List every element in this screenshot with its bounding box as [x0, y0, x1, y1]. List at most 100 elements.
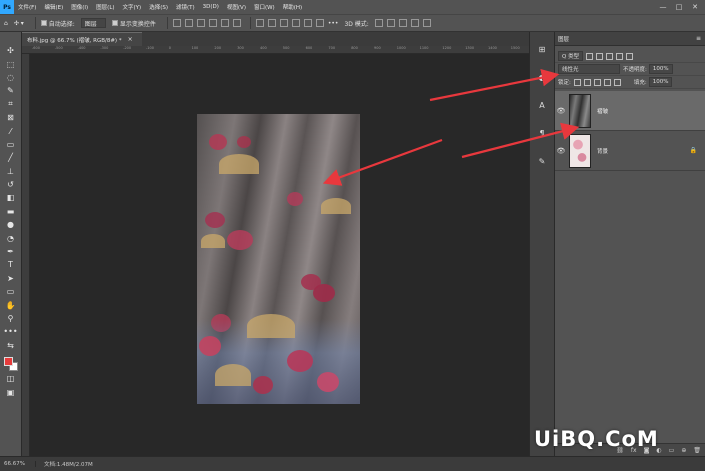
zoom-tool-icon[interactable]: ⚲: [4, 312, 18, 325]
brush-tool-icon[interactable]: ╱: [4, 151, 18, 164]
properties-panel-icon[interactable]: ⊞: [535, 42, 549, 56]
blend-mode-dropdown[interactable]: 线性光: [558, 64, 620, 74]
align-left-icon[interactable]: [208, 19, 217, 27]
auto-select-checkbox[interactable]: [40, 20, 47, 26]
layer-name[interactable]: 褶皱: [597, 107, 608, 115]
menu-filter[interactable]: 滤镜(T): [172, 3, 199, 11]
photoshop-logo[interactable]: Ps: [0, 0, 14, 14]
menu-edit[interactable]: 编辑(E): [40, 3, 67, 11]
filter-type-icon[interactable]: [606, 52, 614, 60]
more-options-button[interactable]: •••: [328, 20, 339, 27]
marquee-tool-icon[interactable]: ⬚: [4, 57, 18, 70]
menu-3d[interactable]: 3D(D): [199, 4, 223, 10]
zoom-level[interactable]: 66.67%: [4, 461, 36, 467]
show-transform-option[interactable]: 显示变换控件: [111, 19, 156, 28]
eyedropper-tool-icon[interactable]: ⁄: [4, 124, 18, 137]
rectangle-tool-icon[interactable]: ▭: [4, 285, 18, 298]
layer-row[interactable]: 👁 褶皱: [555, 91, 705, 131]
history-brush-tool-icon[interactable]: ↺: [4, 178, 18, 191]
lock-all-icon[interactable]: [613, 78, 621, 86]
vertical-ruler[interactable]: [22, 54, 30, 456]
visibility-eye-icon[interactable]: 👁: [555, 107, 567, 115]
path-selection-tool-icon[interactable]: ➤: [4, 272, 18, 285]
quick-mask-icon[interactable]: ◫: [4, 372, 18, 385]
close-window-button[interactable]: ✕: [687, 0, 703, 14]
scale-3d-icon[interactable]: [422, 19, 431, 27]
distribute-right-icon[interactable]: [315, 19, 324, 27]
frame-tool-icon[interactable]: ⊠: [4, 111, 18, 124]
home-icon[interactable]: ⌂: [4, 20, 8, 27]
layers-panel-title[interactable]: 图层: [558, 35, 569, 43]
dodge-tool-icon[interactable]: ◔: [4, 231, 18, 244]
layer-name[interactable]: 背景: [597, 147, 608, 155]
screen-mode-icon[interactable]: ▣: [4, 385, 18, 398]
filter-shape-icon[interactable]: [616, 52, 624, 60]
opacity-input[interactable]: 100%: [648, 64, 673, 74]
filter-pixel-icon[interactable]: [586, 52, 594, 60]
menu-file[interactable]: 文件(F): [14, 3, 40, 11]
quick-select-tool-icon[interactable]: ✎: [4, 84, 18, 97]
clone-stamp-tool-icon[interactable]: ⊥: [4, 165, 18, 178]
hand-tool-icon[interactable]: ✋: [4, 298, 18, 311]
menu-image[interactable]: 图像(I): [67, 3, 92, 11]
align-bottom-icon[interactable]: [196, 19, 205, 27]
gradient-tool-icon[interactable]: ▬: [4, 205, 18, 218]
edit-toolbar-icon[interactable]: •••: [3, 325, 17, 338]
pan-3d-icon[interactable]: [398, 19, 407, 27]
auto-select-dropdown[interactable]: 图层: [80, 18, 106, 28]
move-tool-icon[interactable]: ✣: [4, 44, 18, 57]
menu-select[interactable]: 选择(S): [145, 3, 172, 11]
healing-brush-tool-icon[interactable]: ▭: [4, 138, 18, 151]
type-tool-icon[interactable]: T: [4, 258, 18, 271]
menu-window[interactable]: 窗口(W): [250, 3, 279, 11]
brushes-panel-icon[interactable]: ✎: [535, 154, 549, 168]
character-panel-icon[interactable]: A: [535, 98, 549, 112]
minimize-button[interactable]: —: [655, 0, 671, 14]
crop-tool-icon[interactable]: ⌗: [4, 98, 18, 111]
document-size[interactable]: 文档:1.48M/2.07M: [44, 460, 93, 468]
blur-tool-icon[interactable]: ●: [4, 218, 18, 231]
document-tab[interactable]: 布料.jpg @ 66.7% (褶皱, RGB/8#) * ×: [22, 32, 142, 46]
filter-smart-object-icon[interactable]: [626, 52, 634, 60]
distribute-center-icon[interactable]: [303, 19, 312, 27]
distribute-top-icon[interactable]: [255, 19, 264, 27]
swap-colors-icon[interactable]: ⇆: [4, 339, 18, 352]
close-tab-icon[interactable]: ×: [128, 36, 133, 43]
foreground-color-swatch[interactable]: [4, 357, 13, 366]
auto-select-option[interactable]: 自动选择:: [40, 19, 75, 28]
lock-paint-icon[interactable]: [583, 78, 591, 86]
filter-adjustment-icon[interactable]: [596, 52, 604, 60]
align-right-icon[interactable]: [232, 19, 241, 27]
align-top-icon[interactable]: [172, 19, 181, 27]
menu-type[interactable]: 文字(Y): [119, 3, 146, 11]
filter-kind-dropdown[interactable]: Q 类型: [558, 51, 584, 61]
horizontal-ruler[interactable]: -600 -500 -400 -300 -200 -100 0 100 200 300 400 500…: [22, 46, 529, 54]
orbit-3d-icon[interactable]: [374, 19, 383, 27]
adjustments-panel-icon[interactable]: ◐: [535, 70, 549, 84]
pen-tool-icon[interactable]: ✒: [4, 245, 18, 258]
panel-menu-icon[interactable]: ≡: [696, 35, 701, 42]
eraser-tool-icon[interactable]: ◧: [4, 191, 18, 204]
distribute-left-icon[interactable]: [291, 19, 300, 27]
delete-layer-icon[interactable]: 🗑: [693, 447, 701, 454]
layer-row[interactable]: 👁 背景 🔒: [555, 131, 705, 171]
menu-view[interactable]: 视图(V): [223, 3, 250, 11]
maximize-button[interactable]: □: [671, 0, 687, 14]
paragraph-panel-icon[interactable]: ¶: [535, 126, 549, 140]
menu-layer[interactable]: 图层(L): [92, 3, 118, 11]
move-tool-preset-icon[interactable]: ✣ ▾: [14, 20, 24, 27]
lasso-tool-icon[interactable]: ◌: [4, 71, 18, 84]
roll-3d-icon[interactable]: [386, 19, 395, 27]
visibility-eye-icon[interactable]: 👁: [555, 147, 567, 155]
align-middle-icon[interactable]: [184, 19, 193, 27]
lock-artboard-icon[interactable]: [603, 78, 611, 86]
lock-pixels-icon[interactable]: [573, 78, 581, 86]
distribute-middle-icon[interactable]: [267, 19, 276, 27]
fill-input[interactable]: 100%: [648, 77, 673, 87]
distribute-bottom-icon[interactable]: [279, 19, 288, 27]
show-transform-checkbox[interactable]: [111, 20, 118, 26]
lock-position-icon[interactable]: [593, 78, 601, 86]
new-layer-icon[interactable]: ⊕: [681, 447, 686, 454]
menu-help[interactable]: 帮助(H): [279, 3, 306, 11]
align-center-icon[interactable]: [220, 19, 229, 27]
